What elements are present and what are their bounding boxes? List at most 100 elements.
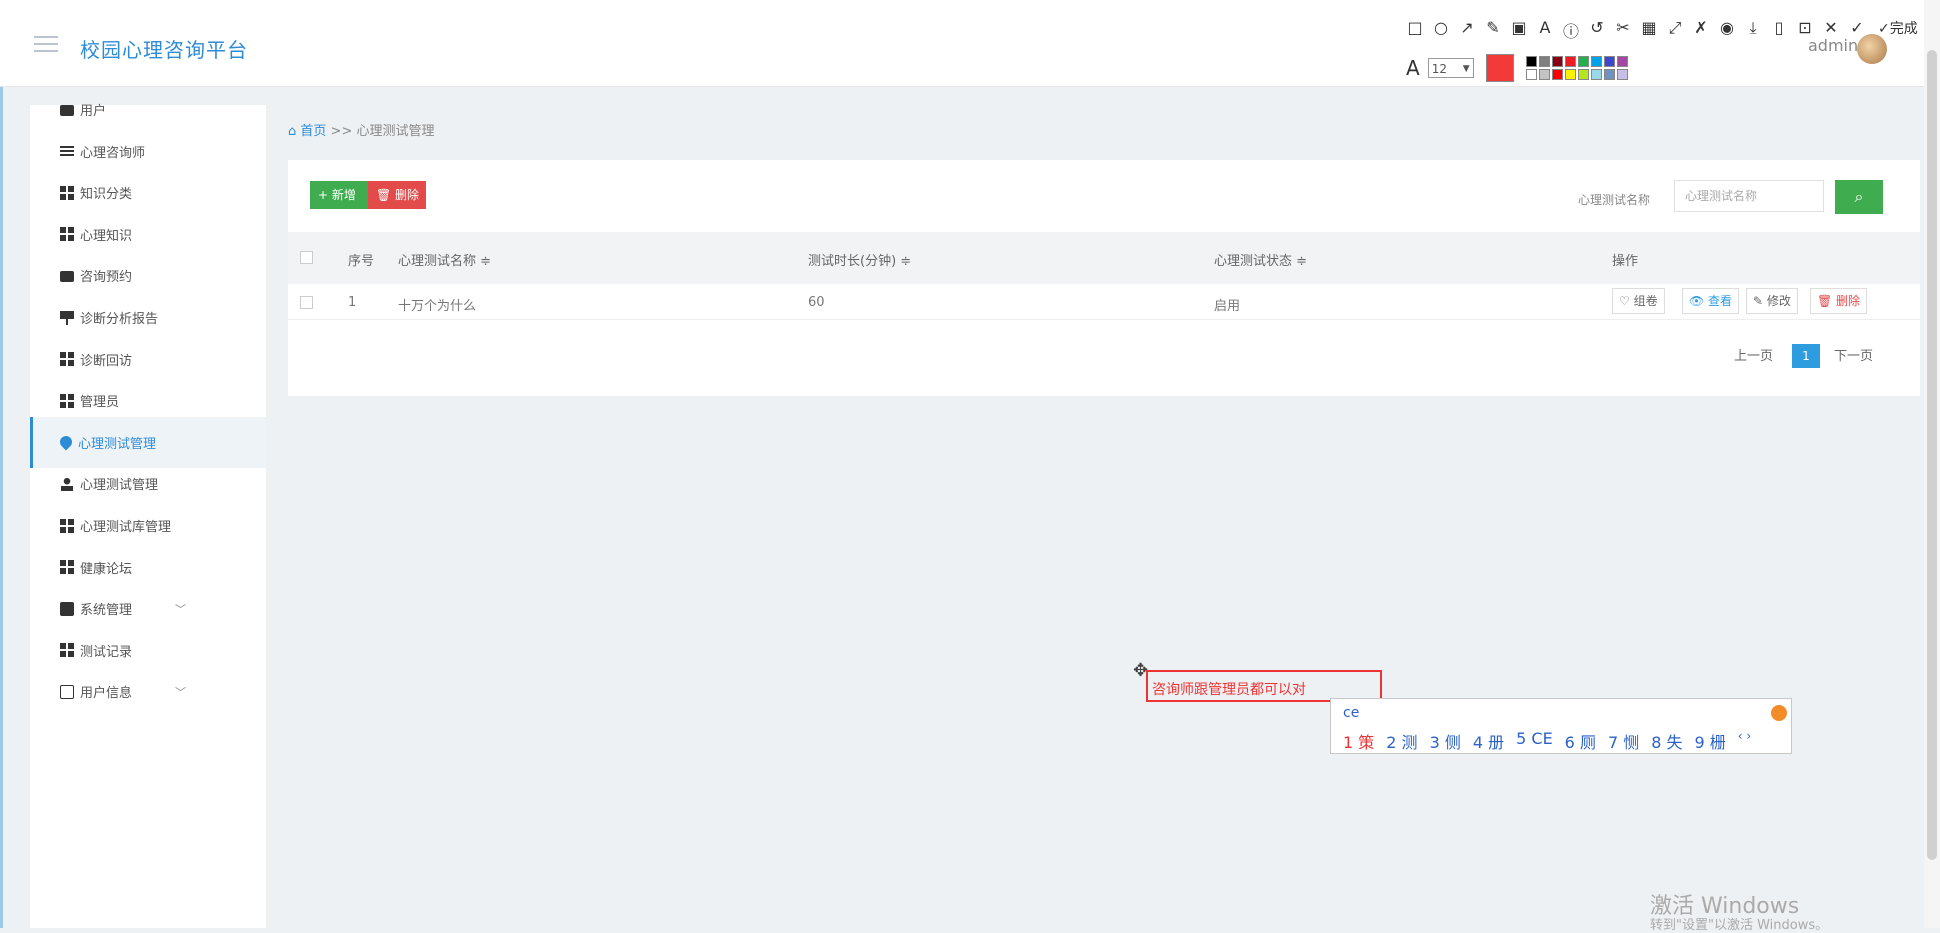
sidebar-item-label: 测试记录 xyxy=(80,644,133,660)
sidebar-item-label: 知识分类 xyxy=(80,187,133,203)
color-swatch[interactable] xyxy=(1603,69,1615,80)
sidebar-item-label: 诊断回访 xyxy=(80,353,133,369)
color-swatch[interactable] xyxy=(1551,69,1563,80)
delete-button[interactable]: 🗑 删除 xyxy=(368,181,426,209)
chevron-down-icon: ﹀ xyxy=(175,685,186,699)
select-all-checkbox[interactable] xyxy=(300,251,313,264)
screenshot-tool-icon[interactable]: ↺ xyxy=(1588,18,1606,42)
drop-icon xyxy=(57,433,75,451)
ime-candidate[interactable]: 9 栅 xyxy=(1695,729,1726,753)
edit-button[interactable]: ✎ 修改 xyxy=(1746,288,1798,314)
user-icon xyxy=(60,476,74,491)
done-button[interactable]: ✓完成 xyxy=(1878,18,1918,42)
ime-candidate[interactable]: 5 CE xyxy=(1516,729,1553,753)
search-label: 心理测试名称 xyxy=(1578,193,1651,207)
sidebar-item-label: 管理员 xyxy=(80,395,120,411)
screenshot-tool-icon[interactable]: ⊡ xyxy=(1796,18,1814,42)
color-swatch[interactable] xyxy=(1590,69,1602,80)
ime-logo-icon[interactable] xyxy=(1771,705,1787,721)
annotation-text[interactable]: 咨询师跟管理员都可以对 xyxy=(1152,679,1306,699)
table-header: 序号 心理测试名称 ≑ 测试时长(分钟) ≑ 心理测试状态 ≑ 操作 xyxy=(288,232,1920,284)
scrollbar-thumb[interactable] xyxy=(1927,50,1937,860)
color-swatch[interactable] xyxy=(1577,69,1589,80)
row-checkbox[interactable] xyxy=(300,296,313,309)
current-color-swatch[interactable] xyxy=(1485,54,1514,82)
ime-candidates: 1 策 2 测 3 侧 4 册 5 CE 6 厕 7 恻 8 失 9 栅 ‹ › xyxy=(1343,729,1751,753)
sidebar: 用户 心理咨询师 知识分类 心理知识 咨询预约 诊断分析报告 诊断回访 管理员 心理测试管理 心理… xyxy=(30,104,266,928)
next-page-link[interactable]: 下一页 xyxy=(1834,345,1873,364)
screenshot-tool-icon[interactable]: □ xyxy=(1406,18,1424,42)
screenshot-tool-icon[interactable]: ◉ xyxy=(1718,18,1736,42)
screenshot-style-row: A 12 xyxy=(1406,54,1628,82)
card-icon xyxy=(60,271,74,283)
grid-icon xyxy=(60,560,74,575)
view-button[interactable]: 👁 查看 xyxy=(1682,288,1740,314)
screenshot-tool-icon[interactable]: ✕ xyxy=(1822,18,1840,42)
color-swatch[interactable] xyxy=(1616,69,1628,80)
menu-toggle-icon[interactable] xyxy=(34,36,58,54)
font-size-select[interactable]: 12 xyxy=(1427,58,1474,79)
ime-candidate[interactable]: 4 册 xyxy=(1473,729,1504,753)
screenshot-tool-icon[interactable]: ▦ xyxy=(1640,18,1658,42)
left-edge-bar xyxy=(0,87,3,928)
color-swatch[interactable] xyxy=(1564,69,1576,80)
content-panel: + 新增 🗑 删除 心理测试名称 心理测试名称 ⌕ 序号 心理测试名称 ≑ 测试… xyxy=(288,160,1920,396)
activation-watermark-subtitle: 转到"设置"以激活 Windows。 xyxy=(1650,918,1829,933)
screenshot-tool-icon[interactable]: ▣ xyxy=(1510,18,1528,42)
color-swatch[interactable] xyxy=(1590,56,1602,67)
screenshot-tool-icon[interactable]: ▯ xyxy=(1770,18,1788,42)
ime-candidate[interactable]: 6 厕 xyxy=(1565,729,1596,753)
color-swatch[interactable] xyxy=(1577,56,1589,67)
ime-candidate[interactable]: 3 侧 xyxy=(1430,729,1461,753)
screenshot-tool-row: □ ○ ↗ ✎ ▣ Aⓘ ↺ ✂ ▦ ⤢ ✗ ◉ ⤓ ▯ ⊡ ✕ ✓ ✓完成 xyxy=(1406,18,1918,42)
card-icon xyxy=(60,105,74,116)
page-number[interactable]: 1 xyxy=(1792,344,1820,368)
sidebar-item-label: 用户 xyxy=(80,104,107,119)
search-button[interactable]: ⌕ xyxy=(1835,180,1883,214)
color-swatch[interactable] xyxy=(1564,56,1576,67)
sidebar-item-label: 用户信息 xyxy=(80,686,133,702)
color-swatch[interactable] xyxy=(1538,69,1550,80)
prev-page-link[interactable]: 上一页 xyxy=(1734,345,1773,364)
screenshot-tool-icon[interactable]: ✂ xyxy=(1614,18,1632,42)
header-name[interactable]: 心理测试名称 ≑ xyxy=(398,250,491,269)
sidebar-item[interactable]: 用户信息 ﹀ xyxy=(30,666,266,717)
screenshot-tool-icon[interactable]: ✎ xyxy=(1484,18,1502,42)
add-button[interactable]: + 新增 xyxy=(310,181,368,209)
screenshot-tool-icon[interactable]: ↗ xyxy=(1458,18,1476,42)
brand-title: 校园心理咨询平台 xyxy=(80,38,248,62)
ime-candidate[interactable]: 1 策 xyxy=(1343,729,1374,753)
screenshot-tool-icon[interactable]: ⤓ xyxy=(1744,18,1762,42)
screenshot-tool-icon[interactable]: ○ xyxy=(1432,18,1450,42)
ime-candidate[interactable]: 7 恻 xyxy=(1608,729,1639,753)
color-swatch[interactable] xyxy=(1525,69,1537,80)
header-duration[interactable]: 测试时长(分钟) ≑ xyxy=(808,250,911,269)
screenshot-tool-icon[interactable]: ✗ xyxy=(1692,18,1710,42)
compose-paper-button[interactable]: ♡ 组卷 xyxy=(1612,288,1665,314)
screenshot-tool-icon[interactable]: A xyxy=(1536,18,1554,42)
sidebar-item-label: 心理测试管理 xyxy=(78,436,157,452)
search-input[interactable]: 心理测试名称 xyxy=(1674,180,1824,212)
color-swatch[interactable] xyxy=(1525,56,1537,67)
color-swatch[interactable] xyxy=(1616,56,1628,67)
screenshot-tool-icon[interactable]: ⓘ xyxy=(1562,18,1580,42)
color-swatch[interactable] xyxy=(1538,56,1550,67)
screenshot-tool-icon[interactable]: ⤢ xyxy=(1666,18,1684,42)
screenshot-tool-icon[interactable]: ✓ xyxy=(1848,18,1866,42)
font-tool-icon[interactable]: A xyxy=(1406,56,1420,80)
header-status[interactable]: 心理测试状态 ≑ xyxy=(1214,250,1307,269)
ime-page-nav[interactable]: ‹ › xyxy=(1738,729,1751,753)
breadcrumb-home-label: 首页 xyxy=(300,124,327,139)
ime-candidate[interactable]: 2 测 xyxy=(1386,729,1417,753)
breadcrumb-separator: >> xyxy=(330,124,353,139)
color-swatch[interactable] xyxy=(1603,56,1615,67)
color-swatch[interactable] xyxy=(1551,56,1563,67)
row-delete-button[interactable]: 🗑 删除 xyxy=(1810,288,1868,314)
sliders-icon xyxy=(60,144,74,159)
grid-icon xyxy=(60,185,74,200)
gear-icon xyxy=(60,601,74,616)
breadcrumb-home[interactable]: ⌂ 首页 xyxy=(288,124,326,139)
sidebar-item-label: 心理知识 xyxy=(80,228,133,244)
ime-candidate-window: ce 1 策 2 测 3 侧 4 册 5 CE 6 厕 7 恻 8 失 9 栅 ‹ › xyxy=(1330,698,1792,754)
ime-candidate[interactable]: 8 失 xyxy=(1651,729,1682,753)
